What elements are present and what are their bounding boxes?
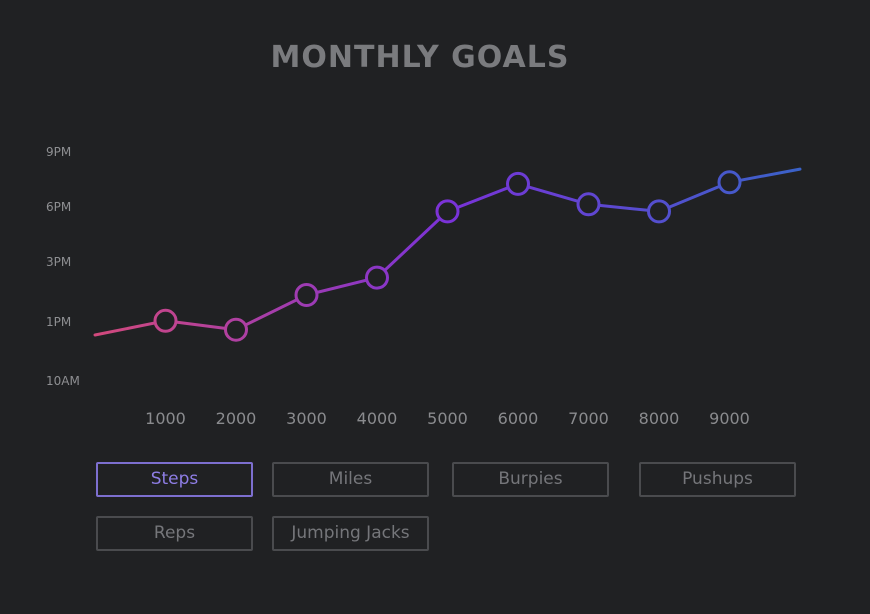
data-point[interactable] — [647, 199, 671, 224]
tab-pushups[interactable]: Pushups — [639, 462, 796, 497]
tab-burpies[interactable]: Burpies — [452, 462, 609, 497]
data-point[interactable] — [506, 171, 530, 196]
data-point[interactable] — [365, 265, 389, 290]
y-tick-label: 6PM — [46, 200, 71, 214]
x-tick-label: 2000 — [216, 409, 257, 428]
x-tick-label: 4000 — [357, 409, 398, 428]
data-point[interactable] — [224, 317, 248, 342]
series-line — [93, 167, 802, 342]
data-line — [93, 167, 802, 337]
data-point[interactable] — [294, 283, 319, 307]
x-tick-label: 5000 — [427, 409, 468, 428]
x-tick-label: 7000 — [568, 409, 609, 428]
tab-jumping-jacks[interactable]: Jumping Jacks — [272, 516, 429, 551]
tab-steps[interactable]: Steps — [96, 462, 253, 497]
data-point[interactable] — [717, 170, 742, 195]
tab-reps[interactable]: Reps — [96, 516, 253, 551]
y-axis: 10AM 1PM 3PM 6PM 9PM — [46, 145, 80, 388]
x-tick-label: 6000 — [498, 409, 539, 428]
x-tick-label: 3000 — [286, 409, 327, 428]
line-chart: 10AM 1PM 3PM 6PM 9PM 1000 2000 3000 4000 5000 600… — [46, 145, 802, 428]
x-axis: 1000 2000 3000 4000 5000 6000 7000 8000 9000 — [145, 409, 750, 428]
data-point[interactable] — [153, 308, 178, 333]
x-tick-label: 1000 — [145, 409, 186, 428]
y-tick-label: 3PM — [46, 255, 71, 269]
data-point[interactable] — [435, 199, 460, 224]
tab-miles[interactable]: Miles — [272, 462, 429, 497]
y-tick-label: 9PM — [46, 145, 71, 159]
x-tick-label: 8000 — [639, 409, 680, 428]
y-tick-label: 10AM — [46, 374, 80, 388]
y-tick-label: 1PM — [46, 315, 71, 329]
x-tick-label: 9000 — [709, 409, 750, 428]
data-point[interactable] — [576, 192, 601, 217]
